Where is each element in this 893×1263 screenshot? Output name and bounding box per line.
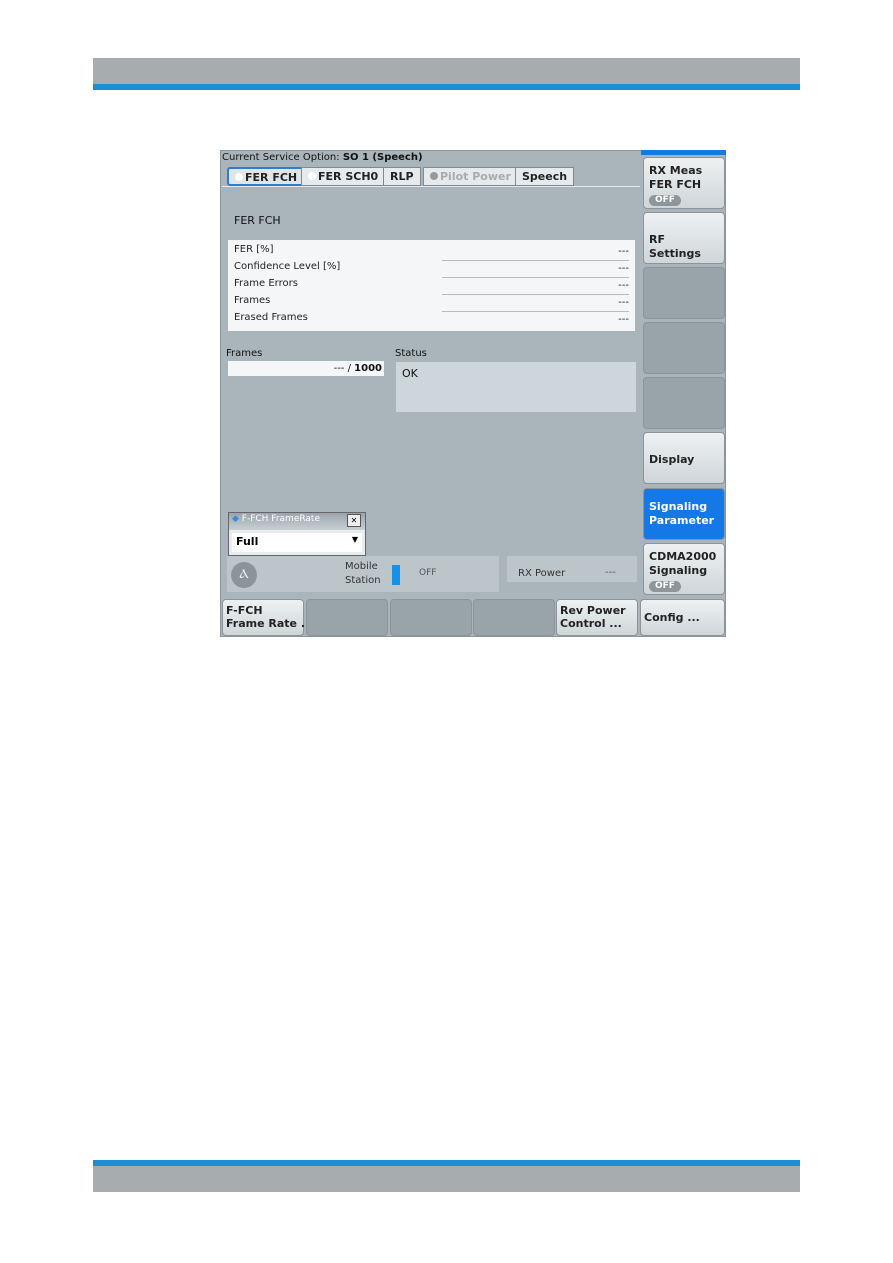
result-value: --- [618,263,629,274]
result-row: Erased Frames --- [234,312,629,329]
result-label: Frame Errors [234,278,298,289]
softkey-blank[interactable] [643,267,725,319]
label: Signaling [649,500,708,513]
softkey-blank[interactable] [643,377,725,429]
label: RF Settings [649,233,701,260]
service-option: Current Service Option: SO 1 (Speech) [222,152,423,163]
tab-label: FER SCH0 [318,170,379,183]
framerate-popup: ◆ F-FCH FrameRate ✕ Full ▼ [228,512,366,556]
label: F-FCH [226,604,263,617]
off-badge: OFF [649,195,681,206]
antenna-icon: Ⲁ [231,562,257,588]
mobile-station-panel: Ⲁ Mobile Station OFF [227,556,499,592]
frames-total: 1000 [354,363,382,374]
service-option-label: Current Service Option: [222,152,340,163]
label: Display [649,453,695,466]
label: Parameter [649,514,715,527]
frames-label: Frames [226,348,263,359]
result-value: --- [618,314,629,325]
mobile-state: OFF [419,568,437,578]
result-value: --- [618,297,629,308]
frames-count: --- / [333,363,355,374]
tab-label: Pilot Power [440,170,511,183]
tab-label: FER FCH [245,171,298,184]
result-value: --- [618,246,629,257]
button-rev-power-control[interactable]: Rev Power Control ... [556,599,638,636]
rx-power-value: --- [605,567,616,578]
softkey-rf-settings[interactable]: RF Settings [643,212,725,264]
result-label: FER [%] [234,244,274,255]
tab-rlp[interactable]: RLP [383,167,421,186]
service-option-value: SO 1 (Speech) [342,152,423,163]
result-label: Confidence Level [%] [234,261,341,272]
rx-power-label: RX Power [518,568,566,579]
result-label: Frames [234,295,271,306]
result-value: --- [618,280,629,291]
softkey-cdma2000-signaling[interactable]: CDMA2000 Signaling OFF [643,543,725,595]
mobile-phone-icon [392,565,400,585]
mobile-label: Mobile [345,561,378,572]
label: CDMA2000 [649,550,717,563]
result-row: FER [%] --- [234,244,629,261]
result-row: Frames --- [234,295,629,312]
page-footer-bar [93,1166,800,1192]
bottom-key-blank[interactable] [390,599,472,636]
section-title: FER FCH [234,214,281,227]
bottom-key-blank[interactable] [306,599,388,636]
tab-label: RLP [390,170,414,183]
softkey-signaling-parameter[interactable]: Signaling Parameter [643,488,725,540]
tab-label: Speech [522,170,568,183]
status-box: OK [396,362,636,412]
label: FER FCH [649,178,702,191]
label: Config ... [644,611,700,624]
bottom-key-blank[interactable] [473,599,555,636]
page-header-bar [93,58,800,84]
softkey-rx-meas[interactable]: RX Meas FER FCH OFF [643,157,725,209]
result-label: Erased Frames [234,312,308,323]
label: Signaling [649,564,708,577]
label: Rev Power [560,604,626,617]
framerate-select[interactable]: Full ▼ [232,533,362,552]
softkey-blank[interactable] [643,322,725,374]
tab-fer-fch[interactable]: FER FCH [227,167,306,186]
tab-speech[interactable]: Speech [515,167,575,186]
label: Frame Rate ... [226,617,314,630]
header-stripe [93,84,800,90]
chevron-down-icon: ▼ [351,535,358,544]
frames-progress: --- / 1000 [228,361,384,376]
result-row: Frame Errors --- [234,278,629,295]
station-label: Station [345,575,381,586]
results-table: FER [%] --- Confidence Level [%] --- Frame… [228,240,635,331]
tab-fer-sch0[interactable]: FER SCH0 [301,167,386,186]
label: Control ... [560,617,622,630]
softkey-display[interactable]: Display [643,432,725,484]
result-row: Confidence Level [%] --- [234,261,629,278]
tab-pilot-power[interactable]: Pilot Power [423,167,518,186]
button-config[interactable]: Config ... [640,599,725,636]
indicator-icon [235,173,243,181]
label: RX Meas [649,164,703,177]
indicator-icon [430,172,438,180]
close-icon[interactable]: ✕ [347,514,361,527]
diamond-icon: ◆ [232,514,239,524]
status-label: Status [395,348,427,359]
rx-power-panel: RX Power --- [507,556,637,582]
button-ffch-frame-rate[interactable]: F-FCH Frame Rate ... [222,599,314,636]
popup-title: F-FCH FrameRate [241,514,320,524]
indicator-icon [308,172,316,180]
off-badge: OFF [649,581,681,592]
select-value: Full [236,535,259,548]
